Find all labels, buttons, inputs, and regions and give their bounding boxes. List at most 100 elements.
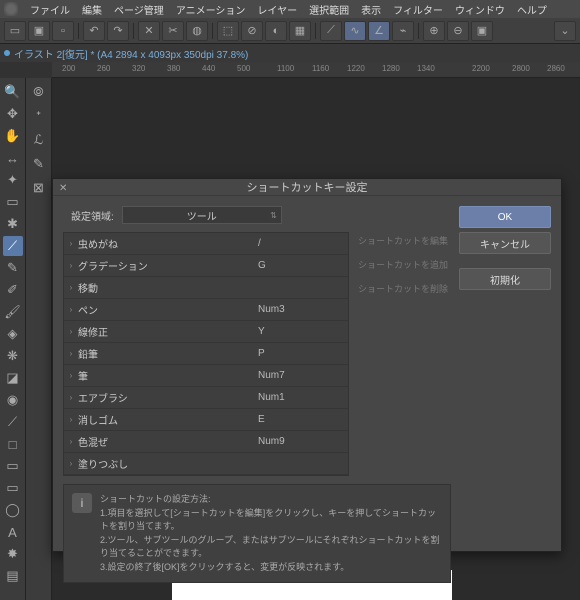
- shortcut-list[interactable]: ›虫めがね/›グラデーションG›移動›ペンNum3›線修正Y›鉛筆P›筆Num7…: [63, 232, 349, 476]
- shortcut-name: 線修正: [78, 324, 258, 339]
- ruler-icon[interactable]: ⟋: [320, 21, 342, 41]
- select-icon[interactable]: ⬚: [217, 21, 239, 41]
- save-icon[interactable]: ▫: [52, 21, 74, 41]
- undo-icon[interactable]: ↶: [83, 21, 105, 41]
- selectborder-icon[interactable]: ▦: [289, 21, 311, 41]
- balloon-icon[interactable]: ◯: [3, 500, 23, 520]
- effect-icon[interactable]: ✸: [3, 544, 23, 564]
- shortcut-row[interactable]: ›筆Num7: [64, 365, 348, 387]
- info-box: i ショートカットの設定方法: 1.項目を選択して[ショートカットを編集]をクリ…: [63, 484, 451, 583]
- cut-icon[interactable]: ✂: [162, 21, 184, 41]
- area-select[interactable]: ツール ⇅: [122, 206, 282, 224]
- eyedropper-icon[interactable]: ⟋: [3, 236, 23, 256]
- fill-icon[interactable]: ◍: [186, 21, 208, 41]
- menu-window[interactable]: ウィンドウ: [455, 2, 505, 17]
- shape-icon[interactable]: □: [3, 434, 23, 454]
- shortcut-row[interactable]: ›グラデーションG: [64, 255, 348, 277]
- chevron-down-icon[interactable]: ⌄: [554, 21, 576, 41]
- move-icon[interactable]: ✥: [3, 104, 23, 124]
- ruler2-icon[interactable]: ▭: [3, 478, 23, 498]
- menu-help[interactable]: ヘルプ: [517, 2, 547, 17]
- top-toolbar: ▭ ▣ ▫ ↶ ↷ ✕ ✂ ◍ ⬚ ⊘ ◐ ▦ ⟋ ∿ ∠ ⌁ ⊕ ⊖ ▣ ⌄: [0, 18, 580, 44]
- snap2-icon[interactable]: ∠: [368, 21, 390, 41]
- new-icon[interactable]: ▭: [4, 21, 26, 41]
- clear-icon[interactable]: ✕: [138, 21, 160, 41]
- snap3-icon[interactable]: ⌁: [392, 21, 414, 41]
- subtool-2-icon[interactable]: ᐩ: [29, 106, 49, 126]
- shortcut-row[interactable]: ›塗りつぶし: [64, 453, 348, 475]
- expand-caret-icon: ›: [64, 283, 78, 292]
- expand-caret-icon: ›: [64, 437, 78, 446]
- blend-icon[interactable]: ◉: [3, 390, 23, 410]
- dialog-title: ショートカットキー設定: [247, 179, 368, 195]
- shortcut-row[interactable]: ›エアブラシNum1: [64, 387, 348, 409]
- shortcut-key: P: [258, 348, 348, 359]
- open-icon[interactable]: ▣: [28, 21, 50, 41]
- menu-view[interactable]: 表示: [361, 2, 381, 17]
- menu-layer[interactable]: レイヤー: [257, 2, 297, 17]
- shortcut-row[interactable]: ›鉛筆P: [64, 343, 348, 365]
- shortcut-key: Num9: [258, 436, 348, 447]
- eraser-icon[interactable]: ◪: [3, 368, 23, 388]
- shortcut-key: Num1: [258, 392, 348, 403]
- document-tab[interactable]: イラスト 2[復元] * (A4 2894 x 4093px 350dpi 37…: [14, 46, 248, 61]
- menu-page[interactable]: ページ管理: [114, 2, 164, 17]
- frame-icon[interactable]: ▭: [3, 456, 23, 476]
- subtool-1-icon[interactable]: ⦾: [29, 82, 49, 102]
- cross-icon[interactable]: ✦: [3, 170, 23, 190]
- operation-icon[interactable]: ↔: [3, 148, 23, 168]
- shortcut-row[interactable]: ›線修正Y: [64, 321, 348, 343]
- shortcut-row[interactable]: ›虫めがね/: [64, 233, 348, 255]
- area-label: 設定領域:: [71, 208, 114, 223]
- menu-edit[interactable]: 編集: [82, 2, 102, 17]
- cancel-button[interactable]: キャンセル: [459, 232, 551, 254]
- menu-selection[interactable]: 選択範囲: [309, 2, 349, 17]
- info-title: ショートカットの設定方法:: [100, 493, 442, 507]
- pencil-icon[interactable]: ✐: [3, 280, 23, 300]
- edit-shortcut-button[interactable]: ショートカットを編集: [355, 232, 451, 250]
- marquee-icon[interactable]: ▭: [3, 192, 23, 212]
- shortcut-row[interactable]: ›消しゴムE: [64, 409, 348, 431]
- sparkle-icon[interactable]: ✱: [3, 214, 23, 234]
- ok-button[interactable]: OK: [459, 206, 551, 228]
- menu-bar: ファイル 編集 ページ管理 アニメーション レイヤー 選択範囲 表示 フィルター…: [0, 0, 580, 18]
- line-icon[interactable]: ⟋: [3, 412, 23, 432]
- snap1-icon[interactable]: ∿: [344, 21, 366, 41]
- text-icon[interactable]: A: [3, 522, 23, 542]
- fit-icon[interactable]: ▣: [471, 21, 493, 41]
- gradient-icon[interactable]: ▤: [3, 566, 23, 586]
- invert-icon[interactable]: ◐: [265, 21, 287, 41]
- delete-shortcut-button[interactable]: ショートカットを削除: [355, 280, 451, 298]
- redo-icon[interactable]: ↷: [107, 21, 129, 41]
- subtool-5-icon[interactable]: ⊠: [29, 178, 49, 198]
- expand-caret-icon: ›: [64, 371, 78, 380]
- add-shortcut-button[interactable]: ショートカットを追加: [355, 256, 451, 274]
- pen-icon[interactable]: ✎: [3, 258, 23, 278]
- decoration-icon[interactable]: ❋: [3, 346, 23, 366]
- brush-icon[interactable]: 🖌: [3, 302, 23, 322]
- deselect-icon[interactable]: ⊘: [241, 21, 263, 41]
- shortcut-row[interactable]: ›ペンNum3: [64, 299, 348, 321]
- shortcut-row[interactable]: ›移動: [64, 277, 348, 299]
- shortcut-key: /: [258, 238, 348, 249]
- tool-column-2: ⦾ ᐩ ℒ ✎ ⊠: [26, 78, 52, 600]
- shortcut-name: 鉛筆: [78, 346, 258, 361]
- shortcut-name: グラデーション: [78, 258, 258, 273]
- hand-icon[interactable]: ✋: [3, 126, 23, 146]
- document-tab-bar: イラスト 2[復元] * (A4 2894 x 4093px 350dpi 37…: [0, 44, 580, 62]
- shortcut-row[interactable]: ›色混ぜNum9: [64, 431, 348, 453]
- subtool-4-icon[interactable]: ✎: [29, 154, 49, 174]
- menu-filter[interactable]: フィルター: [393, 2, 443, 17]
- subtool-3-icon[interactable]: ℒ: [29, 130, 49, 150]
- airbrush-icon[interactable]: ◈: [3, 324, 23, 344]
- reset-button[interactable]: 初期化: [459, 268, 551, 290]
- menu-file[interactable]: ファイル: [30, 2, 70, 17]
- menu-animation[interactable]: アニメーション: [176, 2, 246, 17]
- zoomin-icon[interactable]: ⊕: [423, 21, 445, 41]
- shortcut-key: Num7: [258, 370, 348, 381]
- zoomout-icon[interactable]: ⊖: [447, 21, 469, 41]
- close-icon[interactable]: ✕: [59, 183, 67, 194]
- magnifier-icon[interactable]: 🔍: [3, 82, 23, 102]
- shortcut-name: 塗りつぶし: [78, 456, 258, 471]
- expand-caret-icon: ›: [64, 349, 78, 358]
